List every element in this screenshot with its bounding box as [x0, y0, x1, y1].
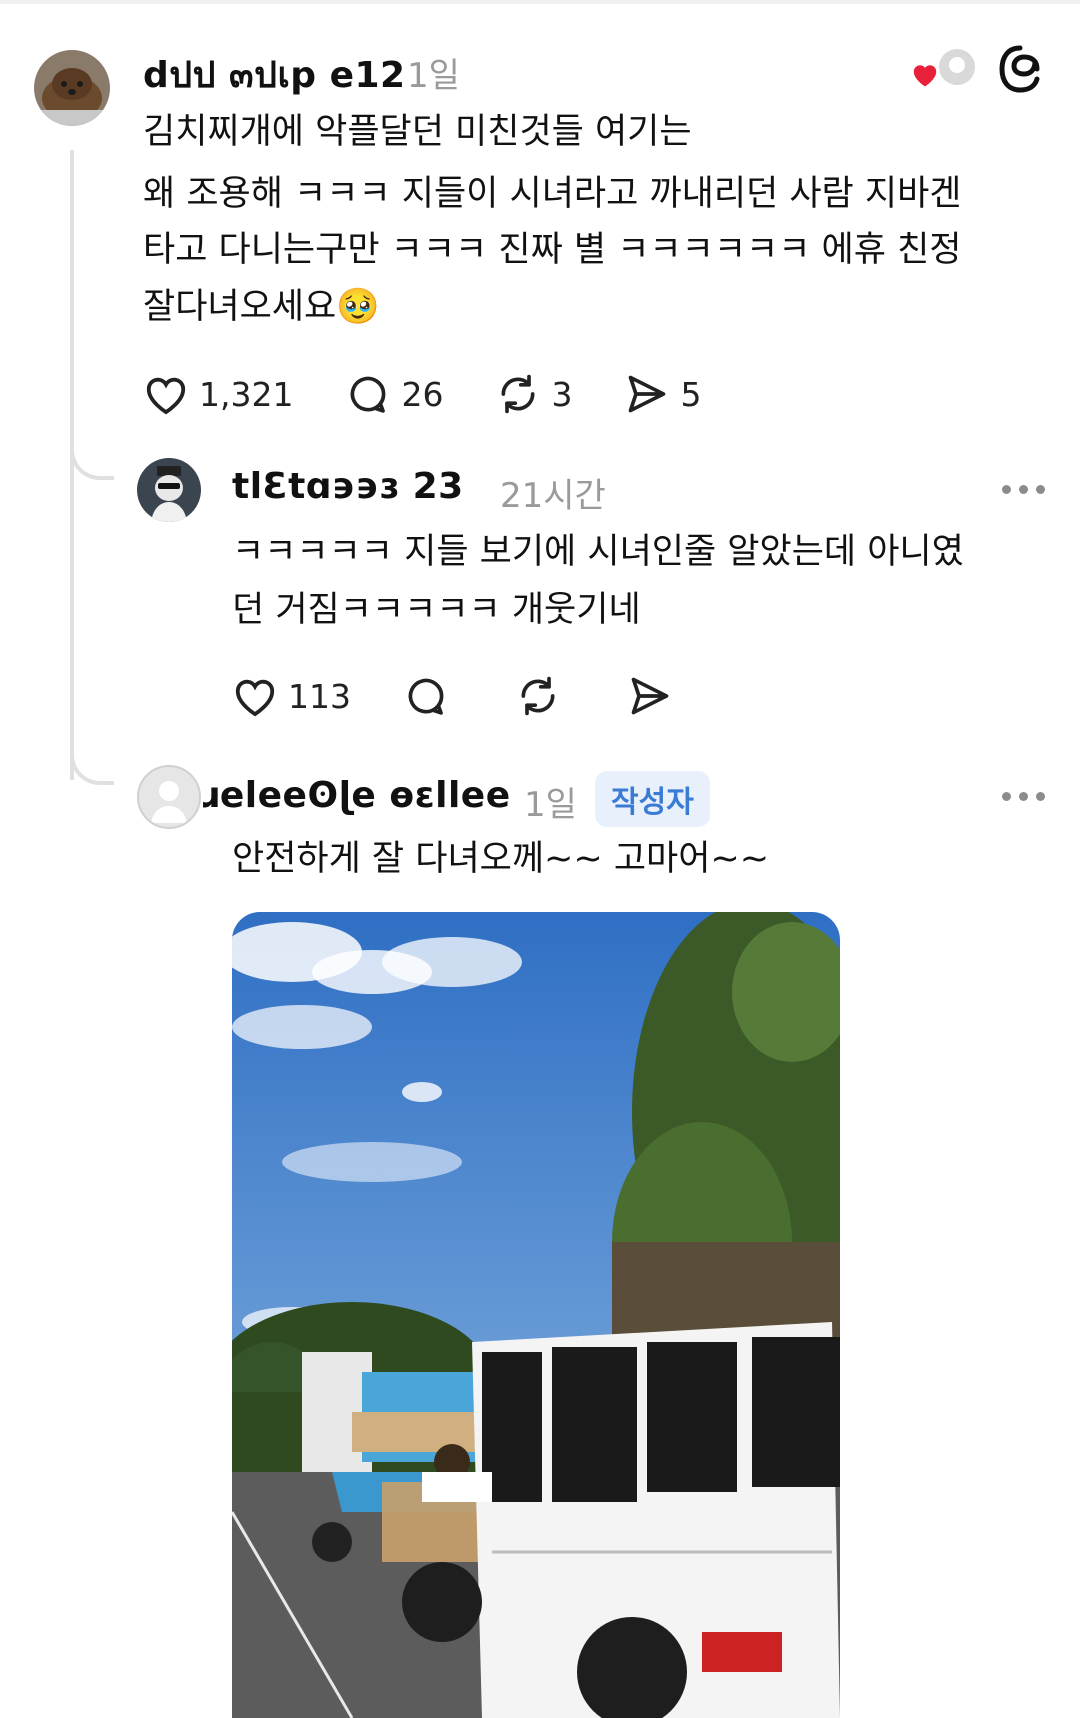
thread-branch-2 [70, 745, 114, 785]
like-button[interactable]: 1,321 [143, 373, 293, 415]
share-button-2[interactable] [627, 674, 673, 718]
like-count-2: 113 [288, 676, 351, 716]
commenter-2-text-line-2: 던 거짐ㅋㅋㅋㅋㅋ 개웃기네 [232, 590, 641, 630]
commenter-1-username[interactable]: dปป ๓ปเр e12 [143, 46, 406, 103]
author-badge: 작성자 [595, 771, 710, 827]
commenter-2-username[interactable]: tlԐtɑ϶϶ɜ 23 [232, 466, 464, 507]
like-count: 1,321 [199, 374, 294, 414]
avatar-commenter-1[interactable] [34, 50, 110, 126]
repost-icon [495, 372, 541, 416]
like-button-2[interactable]: 113 [232, 675, 351, 717]
author-username[interactable]: ɹeleeʘɭe ɵεllee [200, 775, 511, 816]
liked-by-author-indicator [910, 46, 978, 92]
commenter-1-text-line-3: 타고 다니는구만 ㅋㅋㅋ 진짜 별 ㅋㅋㅋㅋㅋㅋ 에휴 친정 [143, 230, 962, 270]
commenter-1-time: 1일 [407, 56, 460, 96]
share-icon [624, 372, 670, 416]
author-text: 안전하게 잘 다녀오께~~ 고마어~~ [232, 839, 770, 879]
commenter-2-time: 21시간 [500, 476, 606, 516]
reply-button[interactable]: 26 [345, 372, 443, 416]
share-icon [627, 674, 673, 718]
heart-icon [143, 373, 189, 415]
commenter-2-more-icon[interactable] [1002, 485, 1045, 494]
repost-icon [515, 674, 561, 718]
repost-count: 3 [551, 374, 573, 414]
share-count: 5 [680, 374, 702, 414]
attached-photo-tow-truck-suv[interactable] [232, 912, 840, 1718]
commenter-1-text-line-1: 김치찌개에 악플달던 미친것들 여기는 [143, 112, 692, 152]
author-time: 1일 [524, 785, 577, 825]
avatar-author[interactable] [137, 765, 201, 829]
thread-branch-1 [70, 440, 114, 480]
liked-avatar [936, 46, 978, 88]
share-button[interactable]: 5 [624, 372, 701, 416]
avatar-commenter-2[interactable] [137, 458, 201, 522]
comment-icon [403, 674, 449, 718]
commenter-1-text-line-2: 왜 조용해 ㅋㅋㅋ 지들이 시녀라고 까내리던 사람 지바겐 [143, 174, 962, 214]
author-more-icon[interactable] [1002, 792, 1045, 801]
reply-button-2[interactable] [403, 674, 449, 718]
commenter-2-text-line-1: ㅋㅋㅋㅋㅋ 지들 보기에 시녀인줄 알았는데 아니였 [232, 532, 964, 572]
red-heart-icon [910, 60, 940, 92]
threads-comment-page: dปป ๓ปเр e12 1일 김치찌개에 악플달던 미친것들 여기는 왜 조용… [0, 0, 1080, 1718]
repost-button[interactable]: 3 [495, 372, 572, 416]
reply-count: 26 [401, 374, 444, 414]
commenter-1-actions: 1,321 26 3 5 [143, 372, 753, 416]
commenter-2-actions: 113 [232, 674, 725, 718]
threads-logo-icon[interactable] [996, 44, 1044, 98]
heart-icon [232, 675, 278, 717]
repost-button-2[interactable] [515, 674, 561, 718]
comment-icon [345, 372, 391, 416]
commenter-1-text-line-4: 잘다녀오세요🥹 [143, 287, 380, 327]
top-divider [0, 0, 1080, 4]
